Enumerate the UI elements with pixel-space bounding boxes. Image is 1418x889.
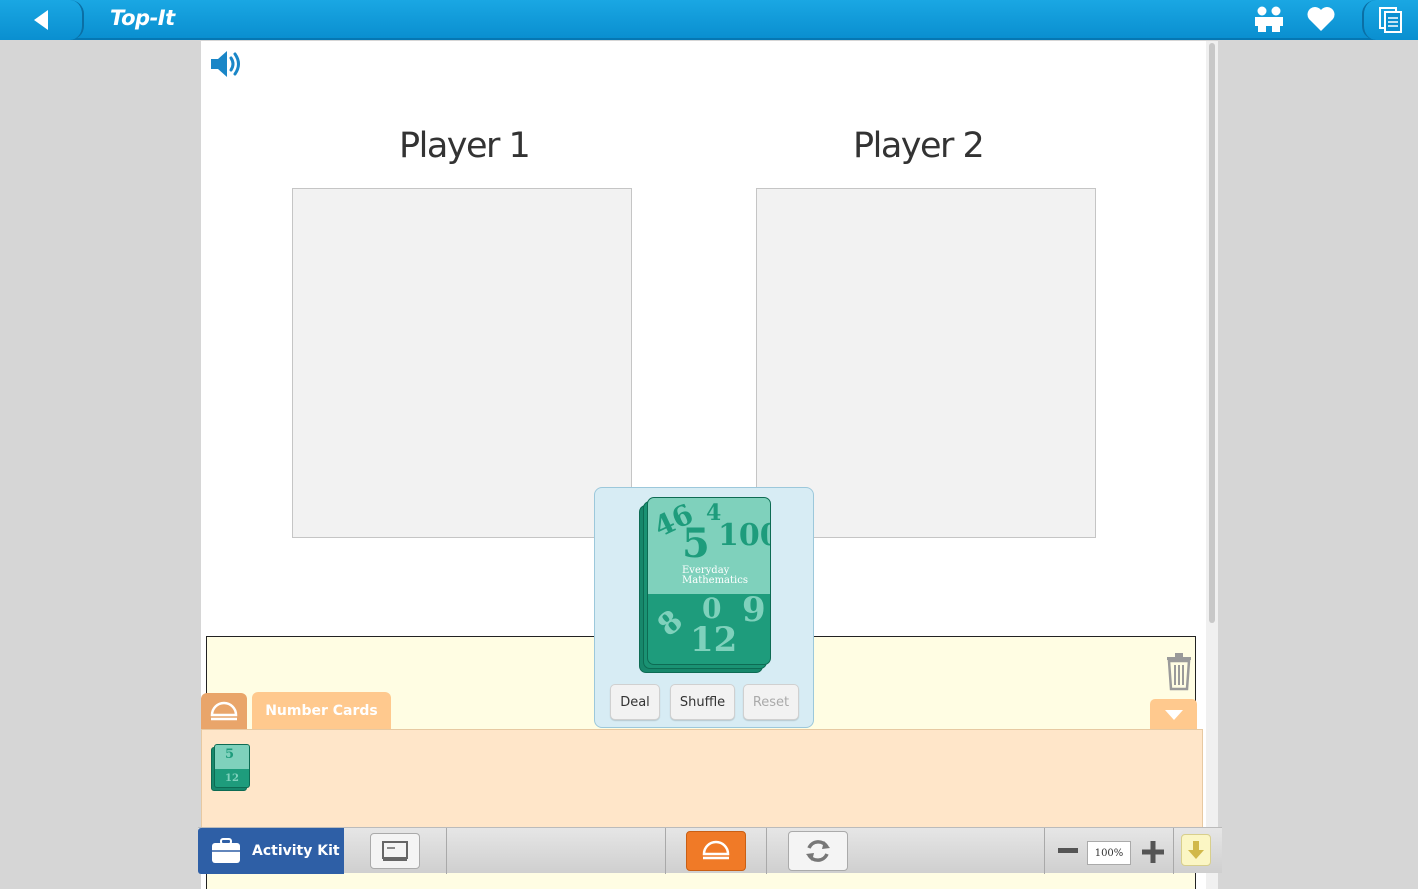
activity-kit-button[interactable]: Activity Kit [198,828,344,874]
activity-kit-label: Activity Kit [252,843,340,859]
speaker-icon [211,51,240,77]
bottom-toolbar: Activity Kit 100% [198,827,1222,874]
vertical-scrollbar[interactable] [1206,41,1218,889]
back-arrow-icon [34,10,48,30]
plus-icon [1142,841,1164,863]
download-arrow-icon [1188,841,1204,859]
briefcase-icon [212,838,240,863]
protractor-icon [702,840,730,860]
drawer-tab-icon[interactable] [201,693,247,730]
player-2-card-area[interactable] [756,188,1096,538]
top-bar: Top-It [0,0,1418,40]
refresh-button[interactable] [788,831,848,871]
zoom-level-field[interactable]: 100% [1087,841,1131,865]
monitor-icon [382,841,408,861]
player-1-label: Player 1 [399,126,531,166]
sound-button[interactable] [209,48,243,80]
pages-button[interactable] [1362,0,1418,40]
drawer-toggle-button[interactable] [686,831,746,871]
scroll-thumb[interactable] [1209,43,1215,623]
app-title: Top-It [110,6,175,30]
download-button[interactable] [1181,834,1211,866]
pages-icon [1379,7,1402,33]
toolbar-separator [446,828,447,874]
minus-icon [1058,848,1078,853]
card-deck[interactable]: 46 4 5 100 Everyday Mathematics 8 0 9 12 [639,497,771,675]
toolbar-separator [1173,828,1174,874]
collapse-drawer-button[interactable] [1150,699,1197,730]
zoom-out-button[interactable] [1056,840,1080,862]
chevron-down-icon [1164,709,1183,720]
protractor-icon [210,701,238,720]
tool-drawer: 5 12 [201,729,1203,829]
deck-popup: 46 4 5 100 Everyday Mathematics 8 0 9 12… [594,487,814,728]
two-people-icon[interactable] [1252,4,1286,34]
number-cards-tab[interactable]: Number Cards [252,692,391,730]
back-button[interactable] [0,0,84,40]
reset-button[interactable]: Reset [743,684,799,720]
deal-button[interactable]: Deal [610,684,660,720]
trash-icon[interactable] [1163,651,1195,691]
screen-button[interactable] [370,833,420,869]
deck-top-card: 46 4 5 100 Everyday Mathematics 8 0 9 12 [647,497,771,665]
shuffle-button[interactable]: Shuffle [670,684,735,720]
number-cards-thumbnail[interactable]: 5 12 [211,744,251,792]
zoom-in-button[interactable] [1140,839,1166,865]
heart-icon[interactable] [1304,4,1338,34]
player-1-card-area[interactable] [292,188,632,538]
player-2-label: Player 2 [853,126,985,166]
refresh-icon [806,840,830,862]
toolbar-separator [1044,828,1045,874]
toolbar-separator [665,828,666,874]
toolbar-separator [766,828,767,874]
